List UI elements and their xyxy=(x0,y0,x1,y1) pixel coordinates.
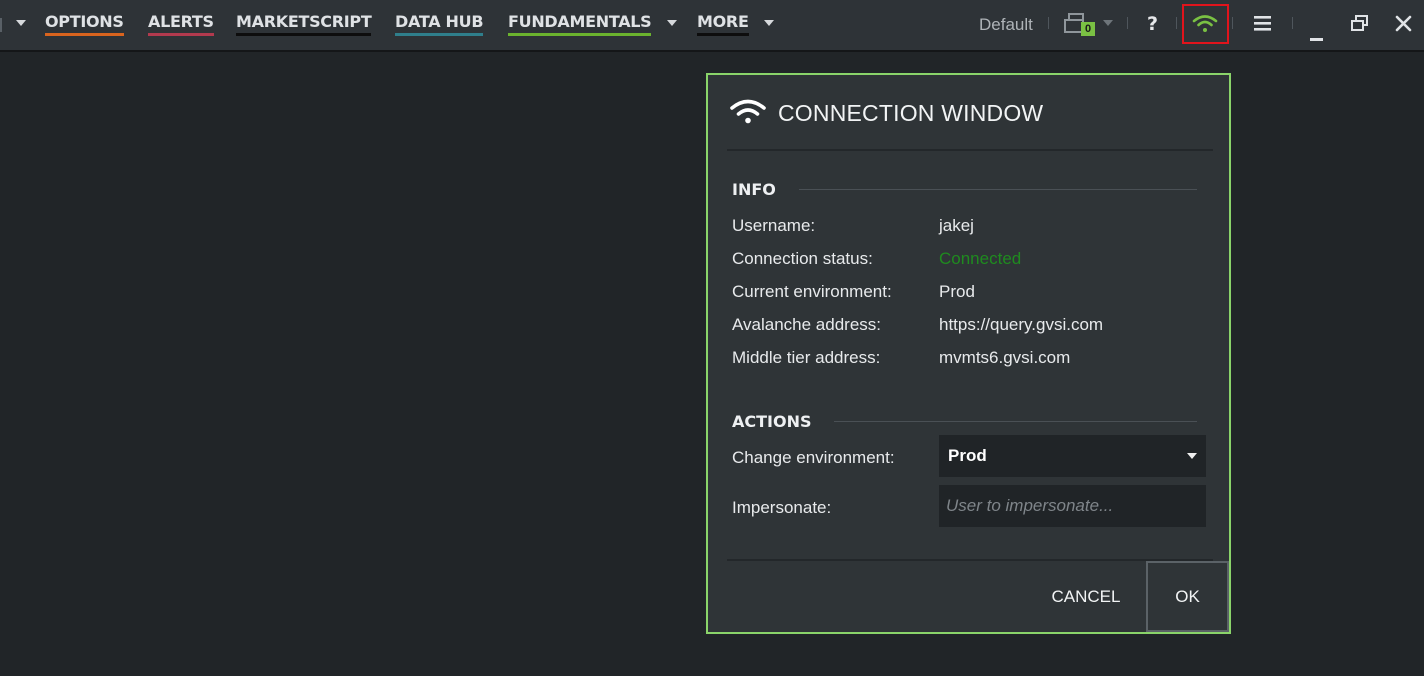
avalanche-address-value: https://query.gvsi.com xyxy=(939,315,1104,334)
monitors-button[interactable]: 0 xyxy=(1064,13,1096,37)
nav-item-options[interactable]: OPTIONS xyxy=(45,12,124,36)
actions-section-heading: ACTIONS xyxy=(732,412,812,431)
help-icon[interactable]: ? xyxy=(1147,13,1158,35)
avalanche-address-label: Avalanche address: xyxy=(732,315,882,334)
connection-status-value: Connected xyxy=(939,249,1022,268)
environment-select-value: Prod xyxy=(948,446,987,465)
connection-window-dialog: CONNECTION WINDOW INFO Username: jakej C… xyxy=(706,73,1231,634)
cancel-button[interactable]: CANCEL xyxy=(1026,561,1146,632)
ok-button[interactable]: OK xyxy=(1146,561,1229,632)
nav-item-alerts[interactable]: ALERTS xyxy=(148,12,214,36)
middle-tier-address-label: Middle tier address: xyxy=(732,348,881,367)
toolbar-separator xyxy=(0,18,2,32)
toolbar-separator xyxy=(1232,17,1233,29)
more-dropdown-caret-icon[interactable] xyxy=(764,20,774,26)
minimize-button[interactable] xyxy=(1310,27,1324,41)
current-environment-value: Prod xyxy=(939,282,975,301)
chevron-down-icon xyxy=(1187,453,1197,459)
info-section-heading: INFO xyxy=(732,180,776,199)
menu-button[interactable] xyxy=(1254,15,1272,31)
username-value: jakej xyxy=(939,216,974,235)
connection-status-label: Connection status: xyxy=(732,249,873,268)
workspace-name[interactable]: Default xyxy=(979,15,1033,35)
section-divider xyxy=(834,421,1197,422)
middle-tier-address-value: mvmts6.gvsi.com xyxy=(939,348,1071,367)
environment-select[interactable]: Prod xyxy=(939,435,1206,477)
dialog-title: CONNECTION WINDOW xyxy=(778,100,1044,126)
impersonate-input[interactable] xyxy=(939,485,1206,527)
current-environment-label: Current environment: xyxy=(732,282,892,301)
toolbar-separator xyxy=(1176,17,1177,29)
nav-item-marketscript[interactable]: MARKETSCRIPT xyxy=(236,12,372,36)
fundamentals-dropdown-caret-icon[interactable] xyxy=(667,20,677,26)
monitors-dropdown-caret-icon[interactable] xyxy=(1103,20,1113,26)
header-divider xyxy=(727,149,1213,151)
impersonate-label: Impersonate: xyxy=(732,498,832,517)
top-toolbar: OPTIONS ALERTS MARKETSCRIPT DATA HUB FUN… xyxy=(0,0,1424,52)
nav-item-more[interactable]: MORE xyxy=(697,12,749,36)
wifi-icon xyxy=(730,99,766,124)
section-divider xyxy=(799,189,1197,190)
connection-button-highlight xyxy=(1182,4,1229,44)
change-environment-label: Change environment: xyxy=(732,448,895,467)
nav-dropdown-caret-icon[interactable] xyxy=(16,20,26,26)
nav-item-fundamentals[interactable]: FUNDAMENTALS xyxy=(508,12,652,36)
toolbar-separator xyxy=(1048,17,1049,29)
toolbar-separator xyxy=(1127,17,1128,29)
restore-button[interactable] xyxy=(1351,15,1369,32)
minimize-icon xyxy=(1310,38,1323,41)
close-icon xyxy=(1395,15,1412,32)
username-label: Username: xyxy=(732,216,816,235)
toolbar-separator xyxy=(1292,17,1293,29)
nav-item-data-hub[interactable]: DATA HUB xyxy=(395,12,484,36)
hamburger-menu-icon xyxy=(1254,16,1271,31)
monitor-count-badge: 0 xyxy=(1081,22,1095,36)
restore-icon xyxy=(1351,15,1368,31)
close-button[interactable] xyxy=(1395,15,1412,32)
